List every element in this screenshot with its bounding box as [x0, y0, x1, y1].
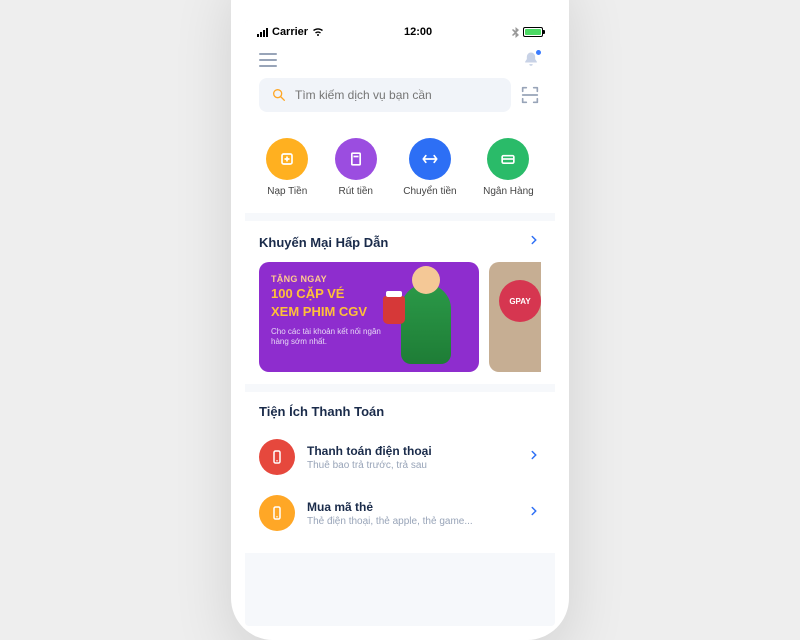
status-left: Carrier	[257, 26, 324, 38]
section-title: Tiện Ích Thanh Toán	[259, 404, 384, 419]
status-bar: Carrier 12:00	[245, 20, 555, 42]
search-icon	[271, 87, 287, 103]
status-right	[512, 27, 543, 38]
battery-icon	[523, 27, 543, 37]
gpay-badge: GPAY	[499, 280, 541, 322]
scan-button[interactable]	[519, 84, 541, 106]
action-label: Ngân Hàng	[483, 186, 534, 197]
phone-frame: Carrier 12:00 Nạp Tiền Rút tiền Chuyển t…	[231, 0, 569, 640]
section-header: Tiện Ích Thanh Toán	[259, 404, 541, 419]
action-withdraw[interactable]: Rút tiền	[335, 138, 377, 197]
search-row	[245, 78, 555, 124]
promotions-more-button[interactable]	[527, 233, 541, 252]
utility-phone-payment[interactable]: Thanh toán điện thoại Thuê bao trả trước…	[259, 429, 541, 485]
signal-icon	[257, 28, 268, 37]
action-bank[interactable]: Ngân Hàng	[483, 138, 534, 197]
chevron-right-icon	[527, 504, 541, 523]
action-transfer[interactable]: Chuyển tiền	[403, 138, 456, 197]
promotions-section: Khuyến Mại Hấp Dẫn TẶNG NGAY 100 CẶP VÉ …	[245, 221, 555, 384]
notification-dot	[535, 49, 542, 56]
quick-actions: Nạp Tiền Rút tiền Chuyển tiền Ngân Hàng	[245, 124, 555, 213]
card-icon	[268, 504, 286, 522]
carrier-label: Carrier	[272, 26, 308, 38]
search-input[interactable]	[295, 88, 499, 102]
utility-text: Thanh toán điện thoại Thuê bao trả trước…	[307, 444, 515, 471]
promo-card-1[interactable]: TẶNG NGAY 100 CẶP VÉ XEM PHIM CGV Cho cá…	[259, 262, 479, 372]
section-title: Khuyến Mại Hấp Dẫn	[259, 235, 388, 250]
phone-icon	[268, 448, 286, 466]
action-label: Nạp Tiền	[267, 186, 307, 197]
menu-button[interactable]	[259, 53, 277, 67]
promo-sub: Cho các tài khoản kết nối ngân hàng sớm …	[271, 327, 381, 348]
utility-buy-card[interactable]: Mua mã thẻ Thẻ điện thoại, thẻ apple, th…	[259, 485, 541, 541]
scan-icon	[519, 84, 541, 106]
promo-card-2[interactable]: GPAY	[489, 262, 541, 372]
notifications-button[interactable]	[521, 50, 541, 70]
utility-sub: Thuê bao trả trước, trả sau	[307, 460, 515, 471]
action-deposit[interactable]: Nạp Tiền	[266, 138, 308, 197]
utilities-section: Tiện Ích Thanh Toán Thanh toán điện thoạ…	[245, 392, 555, 553]
utility-text: Mua mã thẻ Thẻ điện thoại, thẻ apple, th…	[307, 500, 515, 527]
utility-title: Thanh toán điện thoại	[307, 444, 515, 458]
utility-sub: Thẻ điện thoại, thẻ apple, thẻ game...	[307, 516, 515, 527]
clock: 12:00	[404, 26, 432, 38]
chevron-right-icon	[527, 233, 541, 247]
search-box[interactable]	[259, 78, 511, 112]
withdraw-icon	[346, 149, 366, 169]
promo-image	[381, 270, 471, 364]
transfer-icon	[420, 149, 440, 169]
bank-icon	[498, 149, 518, 169]
bluetooth-icon	[512, 27, 519, 38]
screen: Carrier 12:00 Nạp Tiền Rút tiền Chuyển t…	[245, 20, 555, 626]
chevron-right-icon	[527, 448, 541, 467]
action-label: Chuyển tiền	[403, 186, 456, 197]
utility-title: Mua mã thẻ	[307, 500, 515, 514]
app-header	[245, 42, 555, 78]
utilities-list: Thanh toán điện thoại Thuê bao trả trước…	[259, 429, 541, 541]
deposit-icon	[277, 149, 297, 169]
action-label: Rút tiền	[339, 186, 373, 197]
section-header: Khuyến Mại Hấp Dẫn	[259, 233, 541, 252]
promo-carousel[interactable]: TẶNG NGAY 100 CẶP VÉ XEM PHIM CGV Cho cá…	[259, 262, 541, 372]
wifi-icon	[312, 27, 324, 37]
